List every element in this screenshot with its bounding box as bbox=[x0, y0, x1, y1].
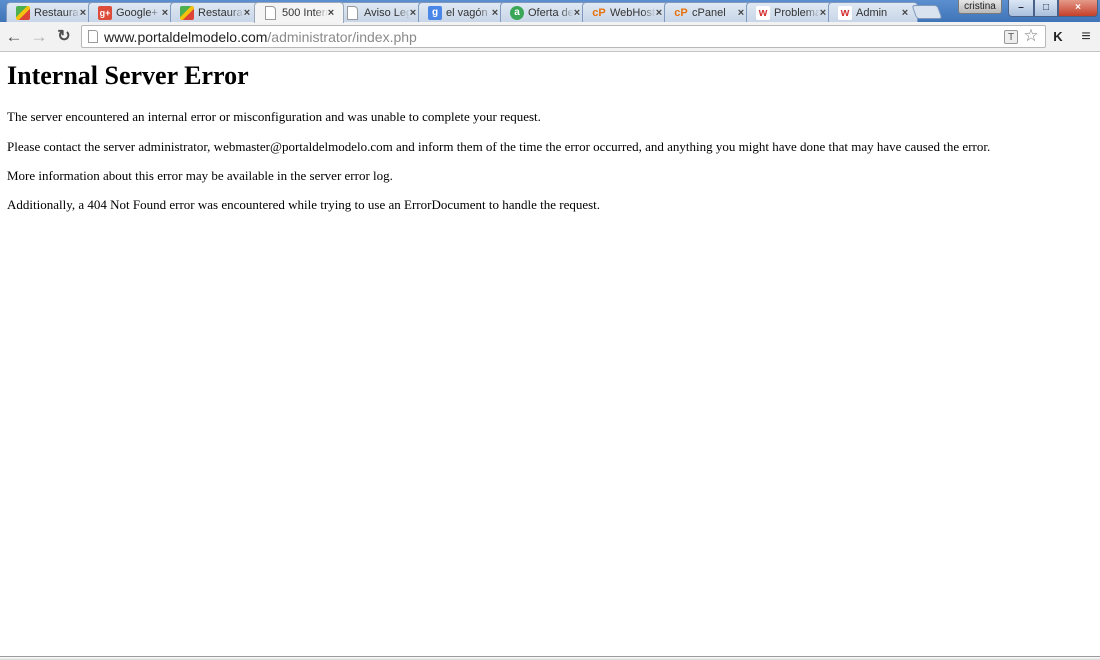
bookmark-star-icon[interactable]: ☆ bbox=[1022, 27, 1040, 45]
w-icon: w bbox=[838, 6, 852, 20]
maps-icon bbox=[180, 6, 194, 20]
tab-google-plus[interactable]: g+ Google+ × bbox=[88, 2, 178, 22]
tab-label: Oferta de bbox=[528, 7, 574, 19]
url-text[interactable]: www.portaldelmodelo.com/administrator/in… bbox=[104, 29, 417, 45]
google-icon: g bbox=[428, 6, 442, 20]
reload-icon[interactable]: ↻ bbox=[54, 27, 74, 47]
back-arrow-icon[interactable]: ← bbox=[4, 27, 24, 47]
page-title: Internal Server Error bbox=[7, 61, 249, 90]
w-icon: w bbox=[756, 6, 770, 20]
contact-admin-paragraph: Please contact the server administrator,… bbox=[7, 139, 991, 154]
chrome-menu-icon[interactable]: ≡ bbox=[1077, 28, 1095, 46]
tab-label: Problema bbox=[774, 7, 820, 19]
error-message-paragraph: The server encountered an internal error… bbox=[7, 109, 541, 124]
tab-webhost[interactable]: cP WebHost × bbox=[582, 2, 672, 22]
address-bar[interactable]: www.portaldelmodelo.com/administrator/in… bbox=[81, 25, 1046, 48]
tab-el-vagon[interactable]: g el vagón × bbox=[418, 2, 508, 22]
tab-label: 500 Internal Server Error bbox=[282, 7, 328, 19]
tab-label: Google+ bbox=[116, 7, 158, 19]
translate-icon[interactable]: T bbox=[1004, 30, 1018, 44]
tab-label: el vagón bbox=[446, 7, 488, 19]
tab-label: cPanel bbox=[692, 7, 726, 19]
google-plus-icon: g+ bbox=[98, 6, 112, 20]
close-window-button[interactable]: × bbox=[1058, 0, 1098, 17]
tab-oferta[interactable]: a Oferta de × bbox=[500, 2, 590, 22]
window-controls: – □ × bbox=[1008, 0, 1098, 18]
page-icon bbox=[265, 6, 276, 20]
tab-label: Restaurante bbox=[34, 7, 80, 19]
maximize-button[interactable]: □ bbox=[1034, 0, 1058, 17]
tab-admin[interactable]: w Admin × bbox=[828, 2, 918, 22]
a-icon: a bbox=[510, 6, 524, 20]
tab-label: Aviso Legal bbox=[364, 7, 410, 19]
tab-label: WebHost bbox=[610, 7, 656, 19]
forward-arrow-icon[interactable]: → bbox=[29, 27, 49, 47]
tab-strip: Restaurante × g+ Google+ × Restaurante ×… bbox=[6, 2, 956, 23]
url-host: www.portaldelmodelo.com bbox=[104, 29, 268, 45]
tab-label: Restaurante bbox=[198, 7, 244, 19]
tab-close-icon[interactable]: × bbox=[241, 6, 253, 20]
page-content: Internal Server Error The server encount… bbox=[0, 53, 1100, 658]
tab-label: Admin bbox=[856, 7, 888, 19]
tab-restaurante-2[interactable]: Restaurante × bbox=[170, 2, 260, 22]
browser-title-bar: Restaurante × g+ Google+ × Restaurante ×… bbox=[0, 0, 1100, 23]
page-icon bbox=[347, 6, 358, 20]
tab-cpanel[interactable]: cP cPanel × bbox=[664, 2, 754, 22]
tab-restaurante-1[interactable]: Restaurante × bbox=[6, 2, 96, 22]
url-path: /administrator/index.php bbox=[267, 29, 417, 45]
errordocument-404-paragraph: Additionally, a 404 Not Found error was … bbox=[7, 197, 601, 212]
browser-toolbar: ← → ↻ www.portaldelmodelo.com/administra… bbox=[0, 22, 1100, 52]
cpanel-icon: cP bbox=[674, 7, 688, 19]
tab-close-icon[interactable]: × bbox=[325, 6, 337, 20]
tab-aviso-legal[interactable]: Aviso Legal × bbox=[336, 2, 426, 22]
error-log-paragraph: More information about this error may be… bbox=[7, 168, 393, 183]
profile-user-badge[interactable]: cristina bbox=[958, 0, 1002, 14]
tab-problema[interactable]: w Problema × bbox=[746, 2, 836, 22]
new-tab-button[interactable] bbox=[911, 5, 943, 19]
tab-close-icon[interactable]: × bbox=[899, 6, 911, 20]
tab-500-internal-server-error[interactable]: 500 Internal Server Error × bbox=[254, 2, 344, 23]
maps-icon bbox=[16, 6, 30, 20]
window-bottom-edge bbox=[0, 656, 1100, 660]
extension-icon[interactable]: K bbox=[1049, 28, 1067, 46]
page-icon bbox=[88, 30, 98, 43]
minimize-button[interactable]: – bbox=[1008, 0, 1034, 17]
cpanel-icon: cP bbox=[592, 7, 606, 19]
